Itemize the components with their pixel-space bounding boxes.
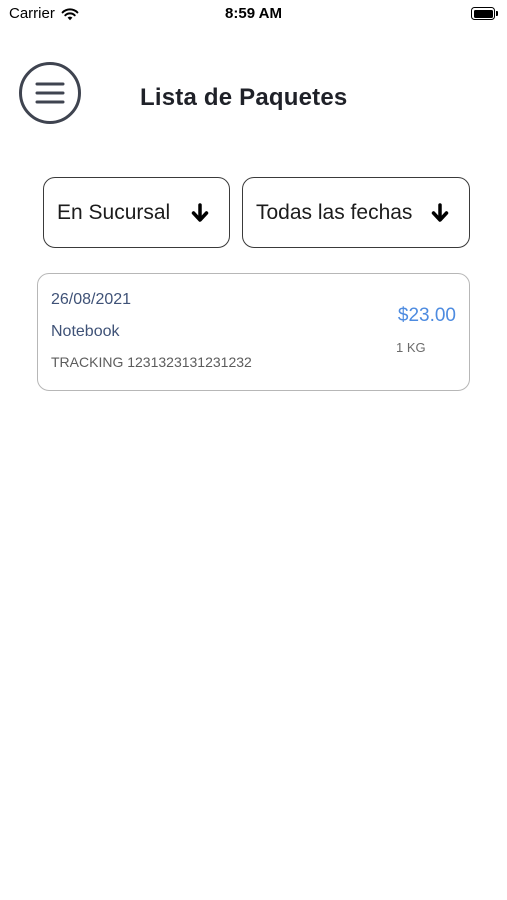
arrow-down-icon xyxy=(431,202,449,222)
hamburger-menu-icon xyxy=(35,82,65,104)
status-bar: Carrier 8:59 AM xyxy=(0,0,507,28)
menu-button[interactable] xyxy=(19,62,81,124)
package-weight: 1 KG xyxy=(396,340,426,355)
package-list-item[interactable]: 26/08/2021 Notebook TRACKING 12313231312… xyxy=(37,273,470,391)
date-filter-label: Todas las fechas xyxy=(256,200,413,224)
status-time: 8:59 AM xyxy=(225,5,282,22)
status-filter-label: En Sucursal xyxy=(57,200,171,224)
arrow-down-icon xyxy=(191,202,209,222)
date-filter-dropdown[interactable]: Todas las fechas xyxy=(242,177,470,248)
package-tracking: TRACKING 1231323131231232 xyxy=(51,354,252,370)
package-date: 26/08/2021 xyxy=(51,291,132,308)
status-filter-dropdown[interactable]: En Sucursal xyxy=(43,177,230,248)
package-price: $23.00 xyxy=(397,305,456,326)
battery-icon xyxy=(471,7,499,20)
page-title: Lista de Paquetes xyxy=(140,84,348,111)
package-name: Notebook xyxy=(51,323,120,340)
